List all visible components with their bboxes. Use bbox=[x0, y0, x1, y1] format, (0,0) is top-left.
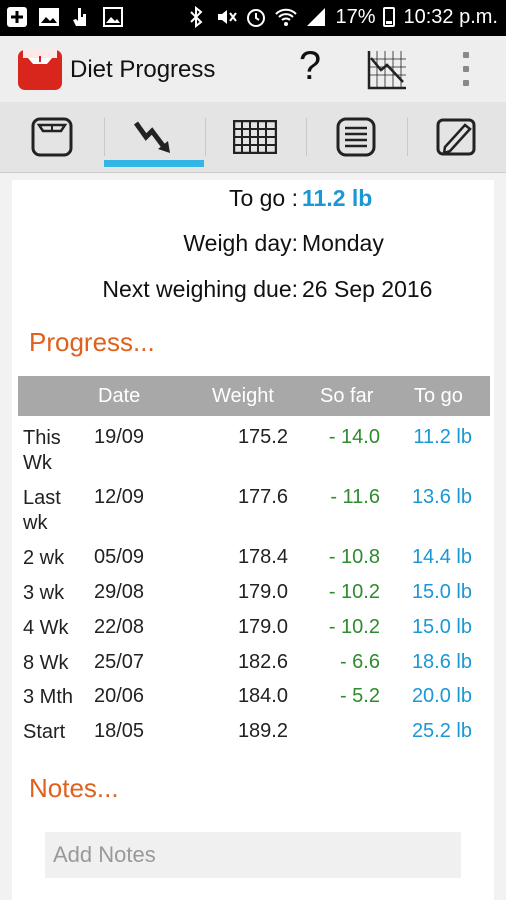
row-to-go: 13.6 lb bbox=[411, 486, 472, 508]
tab-bar bbox=[0, 102, 506, 173]
signal-icon bbox=[307, 8, 326, 26]
column-header-to-go: To go bbox=[414, 385, 463, 407]
tab-edit[interactable] bbox=[407, 102, 506, 172]
notes-section-title: Notes... bbox=[29, 773, 119, 803]
overflow-menu-button[interactable] bbox=[460, 52, 472, 86]
touch-icon bbox=[73, 8, 86, 26]
row-so-far: - 10.8 bbox=[328, 546, 380, 568]
row-date: 20/06 bbox=[94, 685, 145, 707]
column-header-date: Date bbox=[98, 385, 141, 407]
row-label: Last wk bbox=[23, 487, 61, 534]
app-logo-icon[interactable] bbox=[18, 48, 62, 90]
row-so-far: - 10.2 bbox=[328, 581, 380, 603]
alarm-icon bbox=[247, 9, 266, 27]
row-label: Start bbox=[23, 721, 66, 743]
notes-input[interactable] bbox=[45, 832, 461, 878]
scale-icon bbox=[31, 117, 73, 157]
row-weight: 179.0 bbox=[237, 616, 288, 638]
row-weight: 175.2 bbox=[237, 426, 288, 448]
row-so-far: - 6.6 bbox=[339, 651, 380, 673]
row-so-far: - 14.0 bbox=[328, 426, 380, 448]
row-weight: 184.0 bbox=[237, 685, 288, 707]
next-weighing-value: 26 Sep 2016 bbox=[302, 276, 433, 302]
row-date: 05/09 bbox=[94, 546, 145, 568]
row-weight: 189.2 bbox=[237, 720, 288, 742]
clock: 10:32 p.m. bbox=[403, 6, 498, 28]
progress-table-header: Date Weight So far To go bbox=[18, 376, 490, 416]
selected-tab-indicator bbox=[104, 160, 204, 167]
bluetooth-icon bbox=[190, 6, 203, 28]
notification-icons bbox=[6, 6, 124, 28]
image-icon bbox=[103, 7, 123, 27]
calendar-grid-icon bbox=[233, 120, 277, 154]
row-date: 18/05 bbox=[94, 720, 145, 742]
progress-chart-icon bbox=[133, 121, 170, 153]
row-so-far: - 11.6 bbox=[330, 486, 380, 508]
row-weight: 182.6 bbox=[237, 651, 288, 673]
row-label: 3 Mth bbox=[23, 686, 74, 708]
row-to-go: 20.0 lb bbox=[411, 685, 472, 707]
edit-icon bbox=[436, 118, 476, 156]
to-go-label: To go : bbox=[228, 185, 298, 211]
mute-icon bbox=[218, 10, 238, 24]
weigh-day-value: Monday bbox=[302, 230, 384, 256]
row-so-far: - 5.2 bbox=[339, 685, 380, 707]
column-header-so-far: So far bbox=[320, 385, 374, 407]
row-date: 25/07 bbox=[94, 651, 145, 673]
tab-calendar[interactable] bbox=[205, 102, 305, 172]
row-label: 2 wk bbox=[23, 547, 65, 569]
system-icons: 17% 10:32 p.m. bbox=[185, 5, 498, 29]
row-label: 3 wk bbox=[23, 582, 65, 604]
row-date: 29/08 bbox=[94, 581, 145, 603]
tab-list[interactable] bbox=[306, 102, 406, 172]
tab-scale[interactable] bbox=[2, 102, 102, 172]
weigh-day-label: Weigh day: bbox=[183, 230, 298, 256]
row-label: 4 Wk bbox=[23, 617, 69, 639]
wifi-icon bbox=[275, 8, 298, 26]
row-weight: 177.6 bbox=[237, 486, 288, 508]
row-to-go: 15.0 lb bbox=[411, 581, 472, 603]
progress-section-title: Progress... bbox=[29, 327, 155, 357]
column-header-weight: Weight bbox=[212, 385, 274, 407]
row-weight: 178.4 bbox=[237, 546, 288, 568]
row-to-go: 11.2 lb bbox=[413, 426, 472, 448]
app-title: Diet Progress bbox=[70, 56, 216, 83]
battery-percent: 17% bbox=[335, 6, 376, 28]
row-to-go: 14.4 lb bbox=[411, 546, 472, 568]
next-weighing-label: Next weighing due: bbox=[102, 276, 298, 302]
help-button[interactable]: ? bbox=[290, 44, 330, 89]
progress-card: To go : 11.2 lb Weigh day: Monday Next w… bbox=[12, 180, 494, 900]
row-date: 22/08 bbox=[94, 616, 145, 638]
row-date: 19/09 bbox=[94, 426, 145, 448]
row-label: This Wk bbox=[23, 427, 61, 474]
action-bar: Diet Progress ? bbox=[0, 36, 506, 102]
row-weight: 179.0 bbox=[237, 581, 288, 603]
row-label: 8 Wk bbox=[23, 652, 69, 674]
status-bar: 17% 10:32 p.m. bbox=[0, 0, 506, 36]
row-to-go: 18.6 lb bbox=[411, 651, 472, 673]
row-to-go: 25.2 lb bbox=[411, 720, 472, 742]
gallery-icon bbox=[39, 8, 59, 26]
row-to-go: 15.0 lb bbox=[411, 616, 472, 638]
chart-icon[interactable] bbox=[366, 49, 408, 91]
list-icon bbox=[336, 117, 376, 157]
add-icon bbox=[7, 7, 27, 27]
row-date: 12/09 bbox=[94, 486, 145, 508]
to-go-value: 11.2 lb bbox=[302, 185, 373, 211]
row-so-far: - 10.2 bbox=[328, 616, 380, 638]
battery-icon bbox=[383, 7, 396, 27]
